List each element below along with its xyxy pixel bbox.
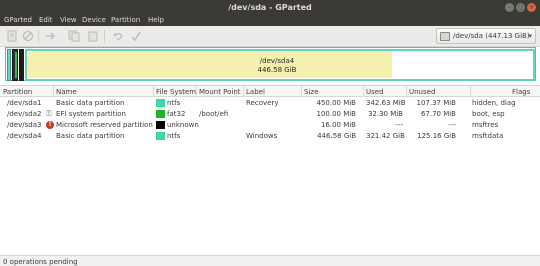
filesystem-swatch <box>156 121 165 129</box>
device-label: /dev/sda (447.13 GiB) <box>453 32 530 40</box>
column-header-label[interactable]: Label <box>246 88 265 96</box>
delete-icon[interactable] <box>22 30 34 42</box>
cell-flags: hidden, diag <box>472 99 516 107</box>
cell-unused: 107.37 MiB <box>416 99 456 107</box>
cell-flags: msftdata <box>472 132 504 140</box>
cell-partition: /dev/sda4 <box>7 132 42 140</box>
partition-table: Partition Name File System Mount Point L… <box>0 85 540 255</box>
apply-icon[interactable] <box>130 30 142 42</box>
cell-size: 16.00 MiB <box>320 121 356 129</box>
resize-icon[interactable] <box>44 30 56 42</box>
cell-mount-point: /boot/efi <box>199 110 229 118</box>
disk-map-area: /dev/sda4 446.58 GiB <box>0 47 540 85</box>
minimize-button[interactable]: – <box>505 3 514 12</box>
column-header-used[interactable]: Used <box>366 88 384 96</box>
cell-flags: boot, esp <box>472 110 505 118</box>
column-divider <box>196 86 197 97</box>
column-header-size[interactable]: Size <box>304 88 318 96</box>
cell-size: 450.00 MiB <box>316 99 356 107</box>
cell-partition: /dev/sda3 <box>7 121 42 129</box>
partition-block-sda3[interactable] <box>19 49 24 81</box>
key-icon: ⚿ <box>46 109 53 118</box>
column-divider <box>406 86 407 97</box>
maximize-button[interactable]: □ <box>516 3 525 12</box>
cell-label: Windows <box>246 132 278 140</box>
partition-block-sda2[interactable] <box>12 49 18 81</box>
menu-partition[interactable]: Partition <box>111 16 140 24</box>
status-text: 0 operations pending <box>3 258 78 266</box>
table-row[interactable]: /dev/sda3 ! Microsoft reserved partition… <box>0 120 540 130</box>
partition-block-sda4[interactable]: /dev/sda4 446.58 GiB <box>25 49 535 81</box>
toolbar-separator <box>104 30 105 43</box>
column-header-partition[interactable]: Partition <box>3 88 32 96</box>
cell-filesystem: ntfs <box>167 99 181 107</box>
cell-unused: 67.70 MiB <box>420 110 456 118</box>
column-header-unused[interactable]: Unused <box>409 88 435 96</box>
window-title: /dev/sda - GParted <box>228 3 312 12</box>
undo-icon[interactable] <box>112 30 124 42</box>
filesystem-swatch <box>156 99 165 107</box>
menu-device[interactable]: Device <box>82 16 106 24</box>
cell-label: Recovery <box>246 99 279 107</box>
cell-name: Basic data partition <box>56 132 125 140</box>
cell-filesystem: ntfs <box>167 132 181 140</box>
cell-flags: msftres <box>472 121 499 129</box>
cell-size: 100.00 MiB <box>316 110 356 118</box>
copy-icon[interactable] <box>68 30 80 42</box>
column-header-name[interactable]: Name <box>56 88 77 96</box>
partition-block-size: 446.58 GiB <box>257 66 297 74</box>
toolbar-separator <box>38 30 39 43</box>
table-row[interactable]: /dev/sda1 Basic data partition ntfs Reco… <box>0 98 540 108</box>
column-divider <box>363 86 364 97</box>
column-header-mount-point[interactable]: Mount Point <box>199 88 241 96</box>
chevron-down-icon: ▾ <box>528 32 532 40</box>
warning-icon: ! <box>46 121 54 129</box>
menu-edit[interactable]: Edit <box>39 16 53 24</box>
gparted-window: /dev/sda - GParted – □ × GParted Edit Vi… <box>0 0 540 266</box>
menu-view[interactable]: View <box>60 16 77 24</box>
menu-gparted[interactable]: GParted <box>4 16 32 24</box>
cell-unused: 125.16 GiB <box>417 132 456 140</box>
cell-used: --- <box>395 121 403 129</box>
paste-icon[interactable] <box>87 30 99 42</box>
column-header-flags[interactable]: Flags <box>512 88 530 96</box>
table-row[interactable]: /dev/sda4 Basic data partition ntfs Wind… <box>0 131 540 141</box>
column-divider <box>470 86 471 97</box>
partition-block-label: /dev/sda4 446.58 GiB <box>27 57 527 75</box>
cell-size: 446.58 GiB <box>317 132 356 140</box>
column-divider <box>53 86 54 97</box>
filesystem-swatch <box>156 132 165 140</box>
cell-name: Basic data partition <box>56 99 125 107</box>
cell-used: 32.30 MiB <box>367 110 403 118</box>
new-icon[interactable] <box>6 30 18 42</box>
cell-partition: /dev/sda1 <box>7 99 42 107</box>
filesystem-swatch <box>156 110 165 118</box>
column-divider <box>301 86 302 97</box>
cell-filesystem: unknown <box>167 121 199 129</box>
cell-unused: --- <box>448 121 456 129</box>
device-selector[interactable]: /dev/sda (447.13 GiB) ▾ <box>436 28 536 44</box>
disk-map: /dev/sda4 446.58 GiB <box>5 47 536 81</box>
cell-filesystem: fat32 <box>167 110 186 118</box>
harddisk-icon <box>440 32 450 41</box>
partition-block-name: /dev/sda4 <box>259 57 295 65</box>
menu-bar: GParted Edit View Device Partition Help <box>0 15 540 26</box>
title-bar: /dev/sda - GParted – □ × <box>0 0 540 15</box>
cell-name: Microsoft reserved partition <box>56 121 153 129</box>
cell-name: EFI system partition <box>56 110 126 118</box>
column-divider <box>243 86 244 97</box>
cell-used: 321.42 GiB <box>366 132 405 140</box>
cell-used: 342.63 MiB <box>366 99 406 107</box>
partition-block-sda1[interactable] <box>7 49 11 81</box>
close-button[interactable]: × <box>527 3 536 12</box>
status-bar: 0 operations pending <box>0 255 540 266</box>
column-header-filesystem[interactable]: File System <box>156 88 196 96</box>
table-header: Partition Name File System Mount Point L… <box>0 86 540 97</box>
column-divider <box>153 86 154 97</box>
cell-partition: /dev/sda2 <box>7 110 42 118</box>
table-row[interactable]: /dev/sda2 ⚿ EFI system partition fat32 /… <box>0 109 540 119</box>
menu-help[interactable]: Help <box>148 16 164 24</box>
